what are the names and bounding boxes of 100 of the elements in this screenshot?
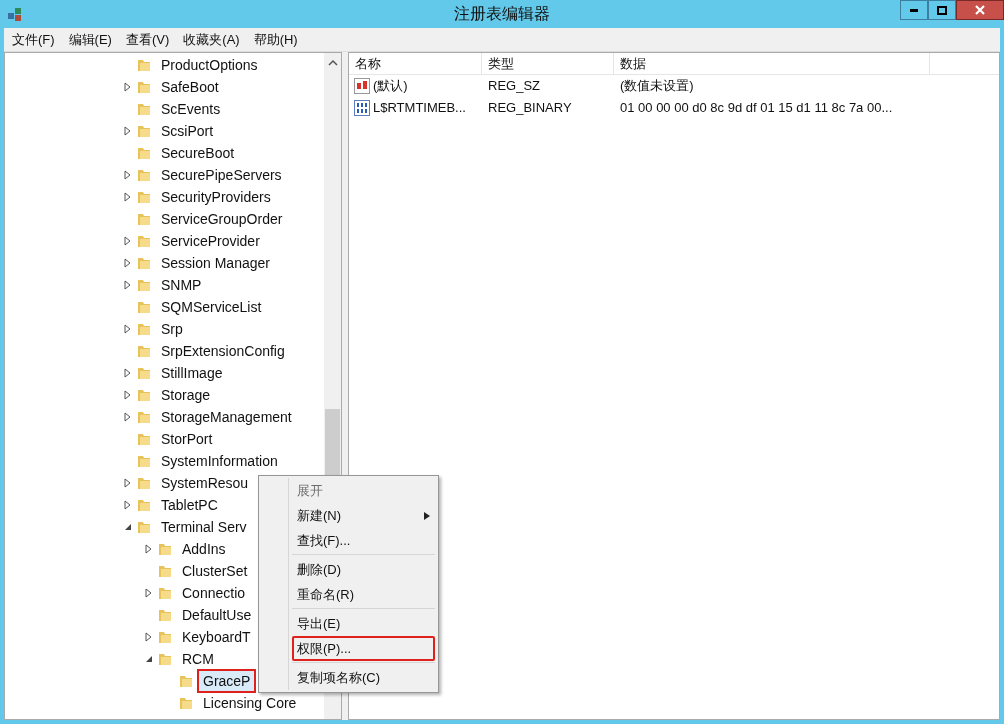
folder-icon — [136, 79, 152, 95]
context-menu-item[interactable]: 权限(P)... — [292, 636, 435, 661]
folder-icon — [136, 255, 152, 271]
collapsed-triangle-icon[interactable] — [123, 236, 133, 246]
context-menu-item[interactable]: 删除(D) — [292, 557, 435, 582]
value-type: REG_SZ — [487, 77, 541, 96]
value-data: (数值未设置) — [619, 77, 695, 96]
collapsed-triangle-icon[interactable] — [123, 500, 133, 510]
collapsed-triangle-icon[interactable] — [123, 412, 133, 422]
tree-item[interactable]: ScsiPort — [155, 119, 220, 143]
folder-icon — [136, 497, 152, 513]
tree-item[interactable]: Srp — [155, 317, 189, 341]
collapsed-triangle-icon[interactable] — [123, 478, 133, 488]
tree-item[interactable]: SafeBoot — [155, 75, 225, 99]
context-menu-item[interactable]: 重命名(R) — [292, 582, 435, 607]
collapsed-triangle-icon[interactable] — [123, 258, 133, 268]
collapsed-triangle-icon[interactable] — [123, 126, 133, 136]
folder-icon — [136, 101, 152, 117]
folder-icon — [136, 189, 152, 205]
tree-item[interactable]: RCM — [176, 647, 220, 671]
binary-value-icon — [354, 100, 370, 116]
folder-icon — [178, 673, 194, 689]
tree-item[interactable]: KeyboardT — [176, 625, 257, 649]
close-icon — [975, 5, 985, 15]
context-menu-item[interactable]: 新建(N) — [292, 503, 435, 528]
menu-bar-item[interactable]: 收藏夹(A) — [177, 29, 246, 50]
maximize-button[interactable] — [928, 0, 956, 20]
menu-bar-item[interactable]: 编辑(E) — [62, 29, 118, 50]
tree-item[interactable]: Session Manager — [155, 251, 276, 275]
submenu-arrow-icon — [424, 511, 430, 520]
value-name: L$RTMTIMEB... — [373, 99, 466, 118]
tree-item[interactable]: SNMP — [155, 273, 208, 297]
context-menu-item[interactable]: 导出(E) — [292, 611, 435, 636]
menu-bar-item[interactable]: 文件(F) — [6, 29, 61, 50]
minimize-button[interactable] — [900, 0, 928, 20]
collapsed-triangle-icon[interactable] — [123, 192, 133, 202]
folder-icon — [136, 387, 152, 403]
tree-item[interactable]: SrpExtensionConfig — [155, 339, 291, 363]
folder-icon — [157, 563, 173, 579]
folder-icon — [136, 277, 152, 293]
column-header[interactable]: 数据 — [614, 53, 930, 74]
window-title: 注册表编辑器 — [454, 4, 550, 24]
string-value-icon — [354, 78, 370, 94]
collapsed-triangle-icon[interactable] — [123, 390, 133, 400]
folder-icon — [136, 343, 152, 359]
folder-icon — [157, 629, 173, 645]
column-header[interactable]: 名称 — [349, 53, 482, 74]
tree-item[interactable]: SecureBoot — [155, 141, 241, 165]
collapsed-triangle-icon[interactable] — [123, 280, 133, 290]
tree-item[interactable]: Connectio — [176, 581, 252, 605]
collapsed-triangle-icon[interactable] — [123, 368, 133, 378]
tree-item[interactable]: ScEvents — [155, 97, 227, 121]
tree-item[interactable]: SystemResou — [155, 471, 255, 495]
folder-icon — [136, 57, 152, 73]
tree-item[interactable]: ServiceProvider — [155, 229, 266, 253]
tree-item[interactable]: SecurePipeServers — [155, 163, 288, 187]
tree-item[interactable]: Storage — [155, 383, 217, 407]
value-name: (默认) — [373, 77, 408, 96]
collapsed-triangle-icon[interactable] — [123, 324, 133, 334]
folder-icon — [157, 585, 173, 601]
folder-icon — [136, 475, 152, 491]
registry-cubes-icon — [6, 5, 24, 23]
tree-item[interactable]: Terminal Serv — [155, 515, 253, 539]
tree-item[interactable]: SecurityProviders — [155, 185, 277, 209]
collapsed-triangle-icon[interactable] — [144, 544, 154, 554]
tree-item[interactable]: DefaultUse — [176, 603, 258, 627]
tree-item[interactable]: StorageManagement — [155, 405, 298, 429]
collapsed-triangle-icon[interactable] — [123, 170, 133, 180]
context-menu-item[interactable]: 查找(F)... — [292, 528, 435, 553]
collapsed-triangle-icon[interactable] — [144, 632, 154, 642]
collapsed-triangle-icon[interactable] — [144, 588, 154, 598]
folder-icon — [136, 409, 152, 425]
tree-item[interactable]: ClusterSet — [176, 559, 254, 583]
expanded-triangle-icon[interactable] — [123, 522, 133, 532]
context-menu-item[interactable]: 复制项名称(C) — [292, 665, 435, 690]
tree-item[interactable]: ServiceGroupOrder — [155, 207, 289, 231]
folder-icon — [136, 453, 152, 469]
folder-icon — [136, 211, 152, 227]
folder-icon — [136, 145, 152, 161]
value-type: REG_BINARY — [487, 99, 573, 118]
column-header[interactable]: 类型 — [482, 53, 614, 74]
tree-item[interactable]: StillImage — [155, 361, 229, 385]
folder-icon — [136, 365, 152, 381]
tree-item[interactable]: Licensing Core — [197, 691, 303, 715]
close-button[interactable] — [956, 0, 1004, 20]
tree-item[interactable]: AddIns — [176, 537, 232, 561]
folder-icon — [178, 695, 194, 711]
folder-icon — [136, 233, 152, 249]
folder-icon — [136, 299, 152, 315]
tree-item[interactable]: SystemInformation — [155, 449, 284, 473]
folder-icon — [136, 321, 152, 337]
tree-item[interactable]: TabletPC — [155, 493, 224, 517]
tree-item[interactable]: SQMServiceList — [155, 295, 268, 319]
menu-bar-item[interactable]: 帮助(H) — [247, 29, 304, 50]
tree-item[interactable]: ProductOptions — [155, 53, 264, 77]
menu-bar-item[interactable]: 查看(V) — [119, 29, 176, 50]
expanded-triangle-icon[interactable] — [144, 654, 154, 664]
tree-item[interactable]: GraceP — [197, 669, 257, 693]
tree-item[interactable]: StorPort — [155, 427, 219, 451]
collapsed-triangle-icon[interactable] — [123, 82, 133, 92]
